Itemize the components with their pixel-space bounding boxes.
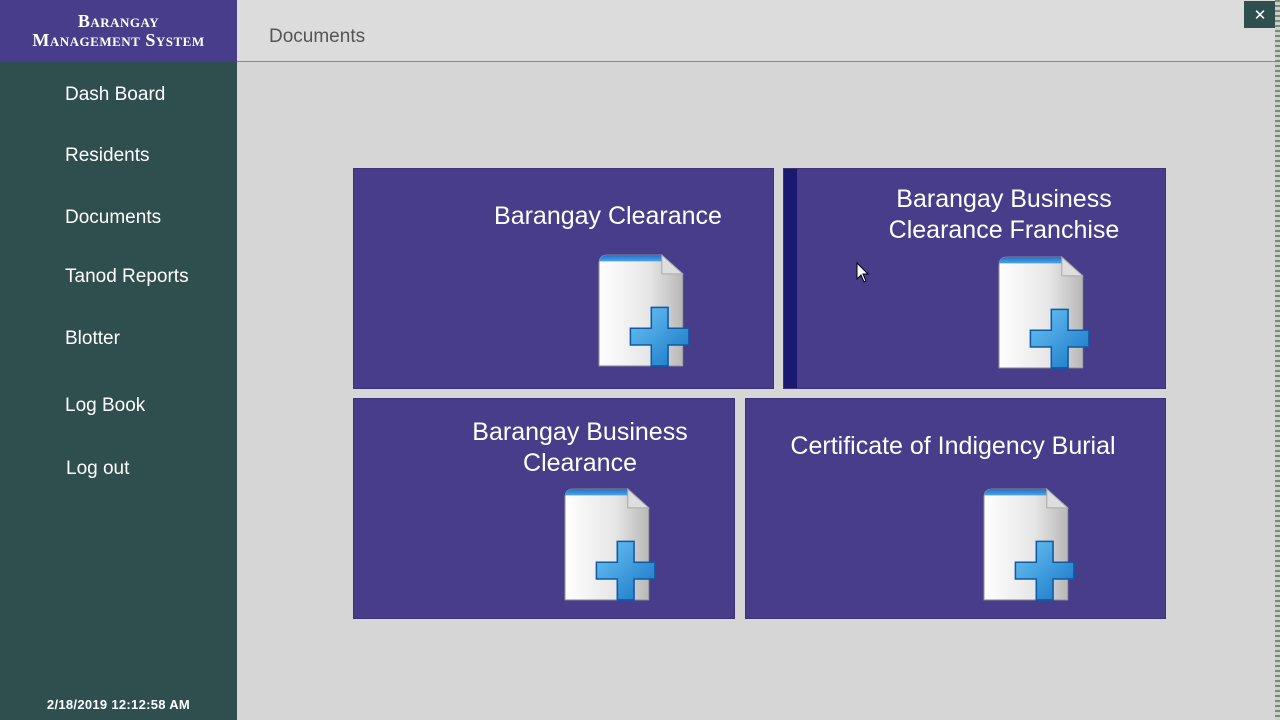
sidebar-item-log-book[interactable]: Log Book [65,395,145,417]
sidebar-item-tanod-reports[interactable]: Tanod Reports [65,266,189,288]
header-bar: Documents [237,0,1275,62]
close-button[interactable]: ✕ [1244,1,1276,28]
document-add-icon [564,488,656,601]
sidebar-item-residents[interactable]: Residents [65,145,150,167]
mouse-cursor-icon [856,262,870,283]
page-title: Documents [269,26,366,47]
tile-label: Certificate of Indigency Burial [746,431,1160,462]
tile-accent-bar [784,169,797,388]
window-edge [1275,0,1280,720]
tile-label: Barangay Business Clearance Franchise [813,184,1195,246]
tile-barangay-business-clearance-franchise[interactable]: Barangay Business Clearance Franchise [784,169,1165,388]
datetime-display: 2/18/2019 12:12:58 AM [46,697,191,712]
tile-barangay-business-clearance[interactable]: Barangay Business Clearance [354,399,734,618]
tile-label-line2: Clearance Franchise [888,216,1120,244]
sidebar: Dash Board Residents Documents Tanod Rep… [0,62,237,720]
sidebar-item-documents[interactable]: Documents [65,207,161,229]
sidebar-item-dashboard[interactable]: Dash Board [65,84,165,106]
tile-label-line1: Barangay Business [896,185,1112,213]
document-add-icon [983,488,1075,601]
document-add-icon [598,254,690,367]
tile-label-line1: Certificate of Indigency Burial [790,432,1116,460]
app-title-line2: Management System [32,30,205,50]
tile-label: Barangay Business Clearance [390,417,770,479]
tile-certificate-of-indigency-burial[interactable]: Certificate of Indigency Burial [746,399,1165,618]
tile-label-line2: Clearance [523,449,637,477]
tile-barangay-clearance[interactable]: Barangay Clearance [354,169,773,388]
document-add-icon [998,256,1090,369]
app-title-line1: Barangay [77,11,160,31]
sidebar-item-log-out[interactable]: Log out [66,458,129,480]
sidebar-item-blotter[interactable]: Blotter [65,328,120,350]
tile-label-line1: Barangay Business [472,418,688,446]
app-brand: Barangay Management System [0,0,237,62]
